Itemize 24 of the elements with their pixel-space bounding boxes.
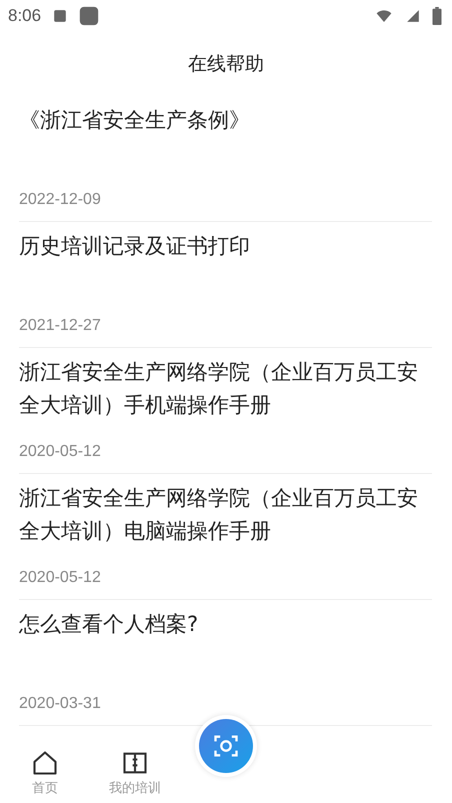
article-title: 浙江省安全生产网络学院（企业百万员工安全大培训）电脑端操作手册: [19, 485, 419, 545]
article-item[interactable]: 浙江省安全生产网络学院（企业百万员工安全大培训）电脑端操作手册 2020-05-12: [19, 474, 432, 600]
article-date: 2021-12-27: [19, 317, 102, 335]
app-icon: [79, 6, 100, 26]
article-title: 历史培训记录及证书打印: [19, 233, 251, 260]
article-date: 2022-12-09: [19, 191, 102, 209]
page-title: 在线帮助: [188, 52, 264, 77]
article-title: 浙江省安全生产网络学院（企业百万员工安全大培训）手机端操作手册: [19, 359, 419, 419]
notification-icon: [53, 9, 68, 23]
article-item[interactable]: 历史培训记录及证书打印 2021-12-27: [19, 222, 432, 348]
wifi-icon: [374, 8, 394, 24]
battery-icon: [432, 7, 442, 25]
article-date: 2020-05-12: [19, 443, 102, 461]
status-time: 8:06: [8, 6, 42, 26]
nav-label: 首页: [32, 780, 58, 797]
home-icon: [31, 749, 59, 777]
article-date: 2020-03-31: [19, 695, 102, 713]
article-date: 2020-05-12: [19, 569, 102, 587]
article-title: 《浙江省安全生产条例》: [19, 107, 251, 134]
signal-icon: [406, 8, 420, 24]
article-title: 怎么查看个人档案?: [19, 611, 200, 638]
article-item[interactable]: 浙江省安全生产网络学院（企业百万员工安全大培训）手机端操作手册 2020-05-12: [19, 348, 432, 474]
article-item[interactable]: 《浙江省安全生产条例》 2022-12-09: [19, 96, 432, 222]
nav-label: 我的培训: [109, 780, 161, 797]
